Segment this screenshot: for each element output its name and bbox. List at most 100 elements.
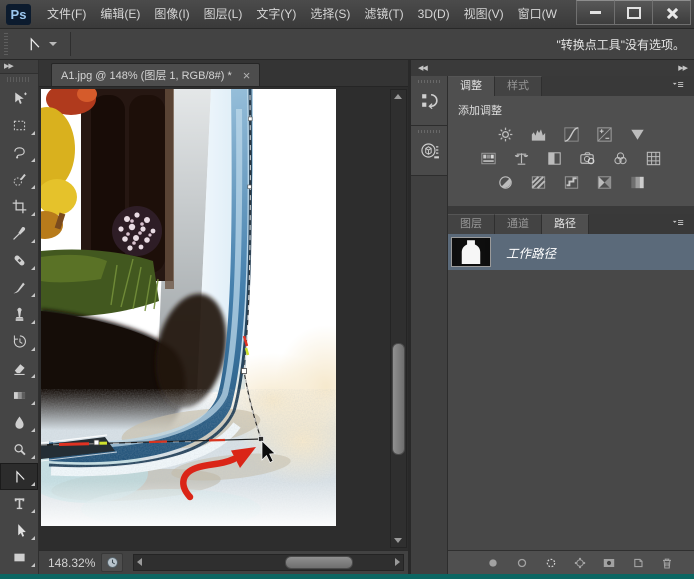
toolbox-gripper[interactable] (7, 77, 31, 82)
menu-item[interactable]: 选择(S) (303, 0, 357, 28)
path-item[interactable]: 工作路径 (448, 234, 694, 270)
canvas[interactable] (39, 87, 408, 550)
menu-item[interactable]: 滤镜(T) (357, 0, 410, 28)
dodge-tool[interactable] (0, 436, 38, 463)
eraser-tool[interactable] (0, 355, 38, 382)
crop-tool[interactable] (0, 193, 38, 220)
posterize-icon[interactable] (526, 172, 550, 192)
adjustments-tab-bar: 调整样式 (448, 76, 694, 96)
tab-layers[interactable]: 图层 (448, 214, 495, 234)
panel-menu-icon[interactable] (668, 80, 688, 92)
document-tab-strip: A1.jpg @ 148% (图层 1, RGB/8#) * × (39, 60, 408, 87)
clone-stamp-tool[interactable] (0, 301, 38, 328)
threshold-icon[interactable] (559, 172, 583, 192)
scroll-left-icon[interactable] (137, 558, 142, 566)
scroll-down-icon[interactable] (394, 538, 402, 543)
photo-filter-icon[interactable] (576, 148, 600, 168)
levels-icon[interactable] (526, 124, 550, 144)
scroll-up-icon[interactable] (394, 94, 402, 99)
paths-list: 工作路径 (448, 234, 694, 550)
quick-selection-tool[interactable] (0, 166, 38, 193)
path-thumbnail[interactable] (451, 237, 491, 267)
menu-item[interactable]: 图层(L) (197, 0, 250, 28)
gradient-tool[interactable] (0, 382, 38, 409)
artwork-image (41, 89, 336, 526)
convert-point-tool[interactable] (0, 463, 38, 490)
vertical-scroll-thumb[interactable] (392, 343, 405, 455)
paths-panel-buttons (448, 550, 694, 574)
window-bottom-edge (0, 574, 694, 579)
menu-item[interactable]: 视图(V) (457, 0, 511, 28)
blur-tool[interactable] (0, 409, 38, 436)
3d-panel-button[interactable] (411, 126, 447, 176)
rectangle-tool[interactable] (0, 544, 38, 571)
invert-icon[interactable] (493, 172, 517, 192)
path-item-label: 工作路径 (506, 243, 556, 262)
close-icon[interactable]: × (243, 70, 251, 81)
menu-item[interactable]: 图像(I) (147, 0, 196, 28)
black-white-icon[interactable] (543, 148, 567, 168)
maximize-icon (627, 7, 641, 19)
history-panel-icon (419, 90, 440, 111)
path-selection-tool[interactable] (0, 517, 38, 544)
delete-path-button[interactable] (658, 554, 675, 571)
horizontal-scroll-thumb[interactable] (285, 556, 353, 569)
close-button[interactable] (652, 0, 691, 25)
path-from-selection-button[interactable] (571, 554, 588, 571)
vibrance-icon[interactable] (625, 124, 649, 144)
horizontal-scrollbar[interactable] (133, 554, 404, 571)
title-bar: Ps 文件(F)编辑(E)图像(I)图层(L)文字(Y)选择(S)滤镜(T)3D… (0, 0, 694, 29)
tab-styles[interactable]: 样式 (495, 76, 542, 96)
stroke-path-button[interactable] (513, 554, 530, 571)
document-tab[interactable]: A1.jpg @ 148% (图层 1, RGB/8#) * × (51, 63, 260, 86)
fill-path-button[interactable] (484, 554, 501, 571)
add-layer-mask-button[interactable] (600, 554, 617, 571)
image-page[interactable] (41, 89, 336, 526)
panel-menu-icon[interactable] (668, 218, 688, 230)
vertical-scrollbar[interactable] (390, 89, 407, 548)
status-bar: 148.32% (39, 550, 408, 574)
photoshop-logo: Ps (6, 4, 31, 25)
menu-item[interactable]: 3D(D) (411, 0, 457, 28)
spot-healing-brush-tool[interactable] (0, 247, 38, 274)
tab-paths[interactable]: 路径 (542, 214, 589, 234)
history-panel-button[interactable] (411, 76, 447, 126)
rectangular-marquee-tool[interactable] (0, 112, 38, 139)
tab-channels[interactable]: 通道 (495, 214, 542, 234)
menu-item[interactable]: 窗口(W (511, 0, 564, 28)
lasso-tool[interactable] (0, 139, 38, 166)
channel-mixer-icon[interactable] (609, 148, 633, 168)
eyedropper-tool[interactable] (0, 220, 38, 247)
tool-preset-picker[interactable] (20, 33, 62, 55)
tool-hint-text: "转换点工具"没有选项。 (556, 36, 685, 53)
hue-saturation-icon[interactable] (477, 148, 501, 168)
options-gripper[interactable] (4, 33, 8, 55)
history-brush-tool[interactable] (0, 328, 38, 355)
selection-from-path-button[interactable] (542, 554, 559, 571)
curves-icon[interactable] (559, 124, 583, 144)
exposure-icon[interactable] (592, 124, 616, 144)
selective-color-icon[interactable] (625, 172, 649, 192)
toolbox-collapse-icon[interactable]: ▶▶ (0, 60, 38, 74)
color-balance-icon[interactable] (510, 148, 534, 168)
brightness-contrast-icon[interactable] (493, 124, 517, 144)
zoom-level[interactable]: 148.32% (48, 556, 95, 570)
scroll-right-icon[interactable] (395, 558, 400, 566)
new-path-button[interactable] (629, 554, 646, 571)
add-adjustment-label: 添加调整 (448, 98, 694, 120)
menu-item[interactable]: 文字(Y) (249, 0, 303, 28)
type-tool[interactable] (0, 490, 38, 517)
menu-item[interactable]: 文件(F) (40, 0, 93, 28)
brush-tool[interactable] (0, 274, 38, 301)
color-lookup-icon[interactable] (642, 148, 666, 168)
minimize-button[interactable] (576, 0, 615, 25)
collapse-panels-icon[interactable]: ▶▶ (678, 64, 687, 72)
gradient-map-icon[interactable] (592, 172, 616, 192)
maximize-button[interactable] (614, 0, 653, 25)
status-info-button[interactable] (101, 553, 123, 572)
gripper (418, 80, 440, 83)
tab-adjustments[interactable]: 调整 (448, 76, 495, 96)
expand-panels-icon[interactable]: ◀◀ (418, 64, 427, 72)
menu-item[interactable]: 编辑(E) (93, 0, 147, 28)
move-tool[interactable] (0, 85, 38, 112)
